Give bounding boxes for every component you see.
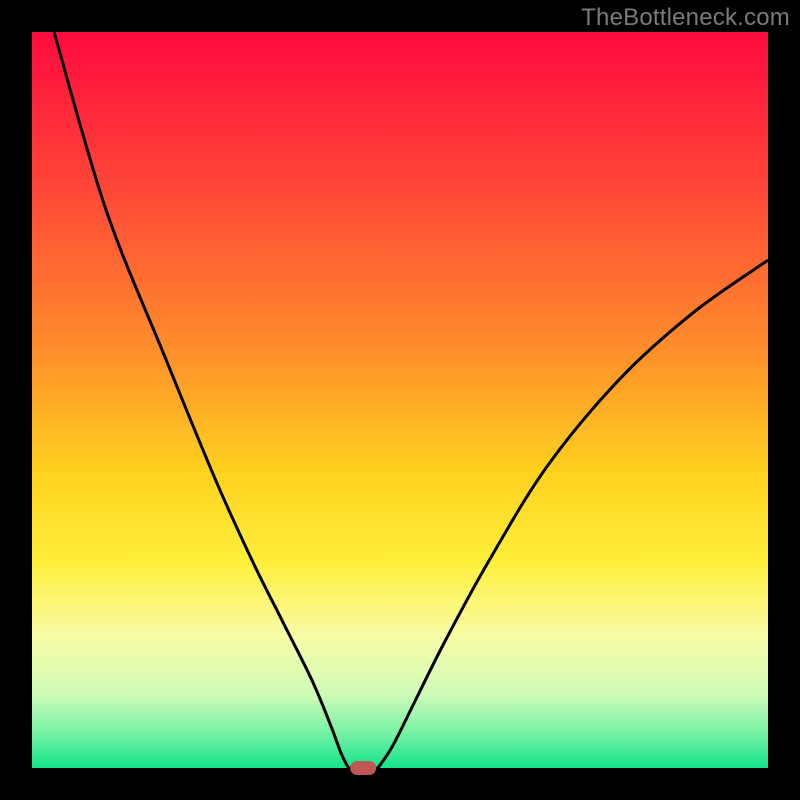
optimum-marker [350,761,376,775]
bottleneck-chart [0,0,800,800]
plot-background [32,32,768,768]
chart-frame: TheBottleneck.com [0,0,800,800]
watermark-text: TheBottleneck.com [581,4,790,32]
